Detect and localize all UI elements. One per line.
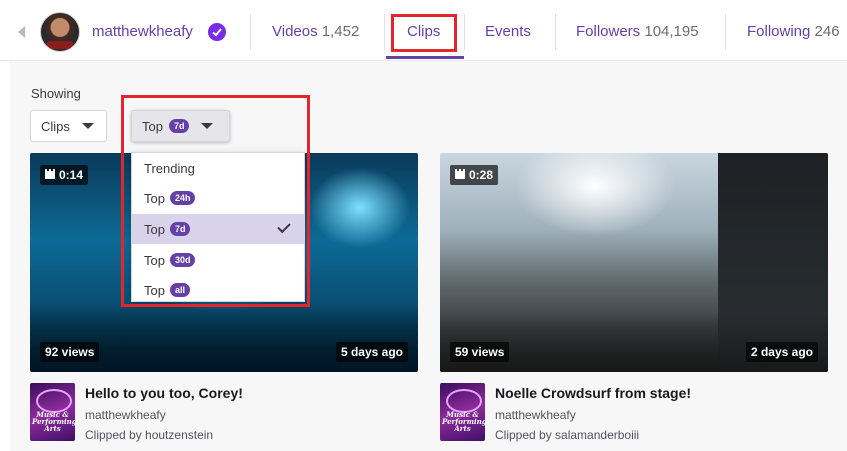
- tab-count: 246: [814, 23, 840, 40]
- tab-following[interactable]: Following 246: [747, 23, 840, 40]
- chevron-down-icon: [81, 123, 94, 129]
- nav-divider: [464, 14, 465, 50]
- nav-divider: [250, 14, 251, 50]
- game-art-text: Music & Performing Arts: [32, 410, 75, 433]
- highlight-box-tab: [391, 14, 457, 52]
- type-select-value: Clips: [41, 118, 70, 134]
- channel-nav: matthewkheafy Videos 1,452 Clips Events …: [0, 0, 847, 64]
- clipped-by-text: Clipped by salamanderboiii: [495, 428, 640, 442]
- showing-label: Showing: [31, 86, 81, 101]
- game-art-text: Music & Performing Arts: [442, 410, 485, 433]
- game-box-art[interactable]: Music & Performing Arts: [440, 383, 485, 441]
- tab-count: 104,195: [644, 23, 699, 40]
- duration-badge: 0:14: [40, 165, 89, 185]
- views-badge: 59 views: [450, 342, 510, 362]
- duration-badge: 0:28: [450, 165, 499, 185]
- tab-followers[interactable]: Followers 104,195: [576, 23, 699, 40]
- nav-divider: [725, 14, 726, 50]
- duration-text: 0:28: [469, 168, 494, 182]
- verified-icon: [208, 23, 226, 41]
- age-badge: 5 days ago: [335, 342, 408, 362]
- clip-thumbnail[interactable]: 0:28 59 views 2 days ago: [440, 153, 828, 372]
- active-tab-underline: [386, 56, 464, 59]
- scroll-left-icon[interactable]: [18, 26, 25, 38]
- views-badge: 92 views: [40, 342, 100, 362]
- duration-text: 0:14: [59, 168, 84, 182]
- age-badge: 2 days ago: [745, 342, 818, 362]
- clapperboard-icon: [45, 169, 55, 179]
- tab-count: 1,452: [321, 23, 360, 40]
- tab-events[interactable]: Events: [485, 23, 531, 40]
- tab-label: Followers: [576, 23, 641, 40]
- tab-label: Videos: [272, 23, 318, 40]
- clip-title-link[interactable]: Noelle Crowdsurf from stage!: [495, 385, 691, 401]
- tab-label: Following: [747, 23, 811, 40]
- tab-label: Events: [485, 23, 531, 40]
- nav-divider: [384, 14, 385, 50]
- avatar[interactable]: [40, 12, 80, 52]
- clip-channel-link[interactable]: matthewkheafy: [85, 408, 166, 422]
- highlight-box-dropdown: [121, 95, 310, 307]
- channel-name-link[interactable]: matthewkheafy: [92, 23, 193, 40]
- clip-title-link[interactable]: Hello to you too, Corey!: [85, 385, 243, 401]
- clip-channel-link[interactable]: matthewkheafy: [495, 408, 576, 422]
- type-select[interactable]: Clips: [30, 110, 107, 142]
- nav-divider: [555, 14, 556, 50]
- clipped-by-text: Clipped by houtzenstein: [85, 428, 214, 442]
- game-box-art[interactable]: Music & Performing Arts: [30, 383, 75, 441]
- clapperboard-icon: [455, 169, 465, 179]
- tab-videos[interactable]: Videos 1,452: [272, 23, 359, 40]
